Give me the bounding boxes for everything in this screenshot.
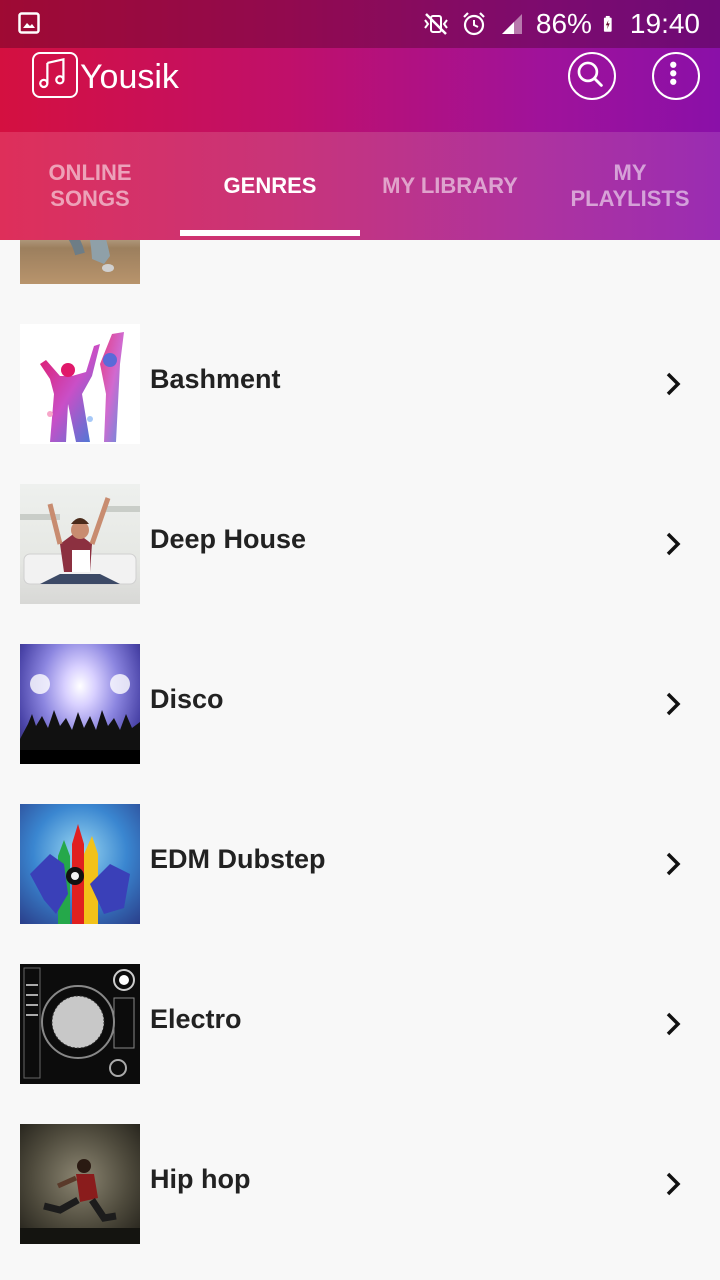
hud-interface-image <box>23 967 135 1079</box>
breakdancer-image <box>20 1159 140 1244</box>
genre-name: Bashment <box>150 364 281 394</box>
list-item[interactable]: Deep House <box>0 484 720 644</box>
genre-thumbnail <box>20 964 140 1084</box>
genre-name: Deep House <box>150 524 307 554</box>
tab-label: MY PLAYLISTS <box>570 160 690 211</box>
signal-icon <box>501 14 522 34</box>
chevron-right-icon <box>666 852 681 876</box>
overflow-menu-button[interactable] <box>652 52 700 100</box>
clock: 19:40 <box>629 8 700 39</box>
gallery-icon <box>18 12 40 34</box>
tab-online-songs[interactable]: ONLINE SONGS <box>0 132 180 240</box>
app-title: Yousik <box>80 58 179 96</box>
chevron-right-icon <box>666 1012 681 1036</box>
list-item[interactable]: Hip hop <box>0 1124 720 1280</box>
tab-label: GENRES <box>223 173 317 198</box>
genre-name: Disco <box>150 684 224 714</box>
search-button[interactable] <box>568 52 616 100</box>
battery-percentage: 86% <box>535 8 592 39</box>
genre-thumbnail <box>20 804 140 924</box>
disco-crowd-image <box>20 674 140 764</box>
genre-list[interactable]: Bashment Deep House Disco EDM Dubstep El… <box>0 240 720 1280</box>
tab-label: MY LIBRARY <box>382 173 518 198</box>
mute-vibrate-icon <box>424 13 448 35</box>
app-logo <box>32 52 78 98</box>
list-item[interactable]: Disco <box>0 644 720 804</box>
tab-my-playlists[interactable]: MY PLAYLISTS <box>540 132 720 240</box>
tab-genres[interactable]: GENRES <box>180 132 360 240</box>
search-icon <box>577 61 603 87</box>
tab-bar: ONLINE SONGS GENRES MY LIBRARY MY PLAYLI… <box>0 132 720 240</box>
alarm-icon <box>463 12 485 36</box>
app-bar: Yousik <box>0 48 720 132</box>
genre-thumbnail <box>20 644 140 764</box>
girl-headphones-image <box>20 497 140 585</box>
person-sitting-image <box>68 240 114 272</box>
dancers-image <box>40 332 124 442</box>
list-item[interactable] <box>0 240 720 324</box>
tab-label: ONLINE SONGS <box>48 160 132 211</box>
music-note-icon <box>39 57 65 89</box>
chevron-right-icon <box>666 532 681 556</box>
chevron-right-icon <box>666 692 681 716</box>
dubstep-dancers-image <box>30 824 130 924</box>
chevron-right-icon <box>666 1172 681 1196</box>
tab-my-library[interactable]: MY LIBRARY <box>360 132 540 240</box>
genre-thumbnail <box>20 484 140 604</box>
more-vert-icon <box>670 61 677 85</box>
genre-thumbnail <box>20 240 140 284</box>
genre-thumbnail <box>20 1124 140 1244</box>
status-bar: 86% 19:40 <box>0 0 720 48</box>
battery-charging-icon <box>603 15 612 32</box>
list-item[interactable]: Electro <box>0 964 720 1124</box>
list-item[interactable]: Bashment <box>0 324 720 484</box>
active-tab-indicator <box>180 230 360 236</box>
genre-thumbnail <box>20 324 140 444</box>
genre-name: Electro <box>150 1004 242 1034</box>
genre-name: EDM Dubstep <box>150 844 326 874</box>
list-item[interactable]: EDM Dubstep <box>0 804 720 964</box>
genre-name: Hip hop <box>150 1164 251 1194</box>
chevron-right-icon <box>666 372 681 396</box>
